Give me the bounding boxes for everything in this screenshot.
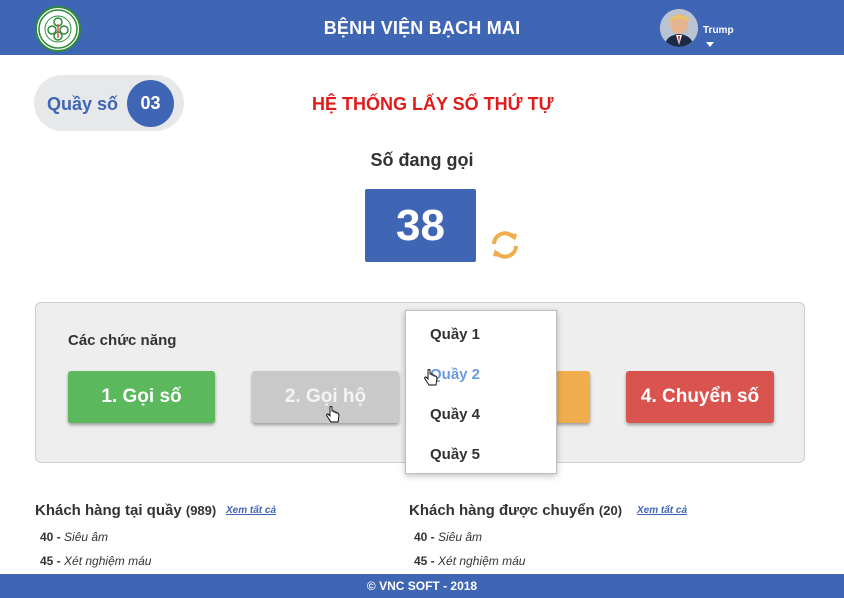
current-number: 38: [365, 189, 476, 262]
list-item: 40 - Siêu âm: [414, 530, 483, 544]
counter-number: 03: [127, 80, 174, 127]
page-title: HỆ THỐNG LẤY SỐ THỨ TỰ: [312, 94, 554, 114]
counter-label: Quầy số: [47, 94, 119, 114]
dropdown-item-quay-1[interactable]: Quầy 1: [430, 326, 480, 343]
call-number-button[interactable]: 1. Gọi số: [68, 371, 215, 423]
caret-down-icon[interactable]: [706, 42, 714, 47]
hand-cursor-icon: [424, 369, 438, 387]
list-item: 45 - Xét nghiệm máu: [414, 554, 526, 568]
transferred-title: Khách hàng được chuyển (20): [409, 502, 623, 519]
counter-badge: Quầy số 03: [34, 75, 184, 131]
dropdown-item-quay-4[interactable]: Quầy 4: [430, 406, 480, 423]
at-counter-title: Khách hàng tại quầy (989): [35, 502, 217, 519]
hand-cursor-icon: [326, 406, 340, 424]
see-all-at-counter-link[interactable]: Xem tất cả: [226, 505, 276, 516]
list-item: 40 - Siêu âm: [40, 530, 109, 544]
see-all-transferred-link[interactable]: Xem tất cả: [637, 505, 687, 516]
header-bar: BỆNH VIỆN BẠCH MAI Trump: [0, 0, 844, 55]
list-item: 45 - Xét nghiệm máu: [40, 554, 152, 568]
calling-label: Số đang gọi: [370, 150, 474, 170]
user-name[interactable]: Trump: [703, 25, 734, 36]
footer: © VNC SOFT - 2018: [0, 574, 844, 598]
dropdown-item-quay-5[interactable]: Quầy 5: [430, 446, 480, 463]
user-avatar[interactable]: [660, 9, 698, 47]
counter-dropdown-menu: Quầy 1 Quầy 2 Quầy 4 Quầy 5: [405, 310, 557, 474]
refresh-icon[interactable]: [488, 228, 522, 262]
transfer-number-button[interactable]: 4. Chuyển số: [626, 371, 774, 423]
functions-title: Các chức năng: [68, 332, 177, 349]
